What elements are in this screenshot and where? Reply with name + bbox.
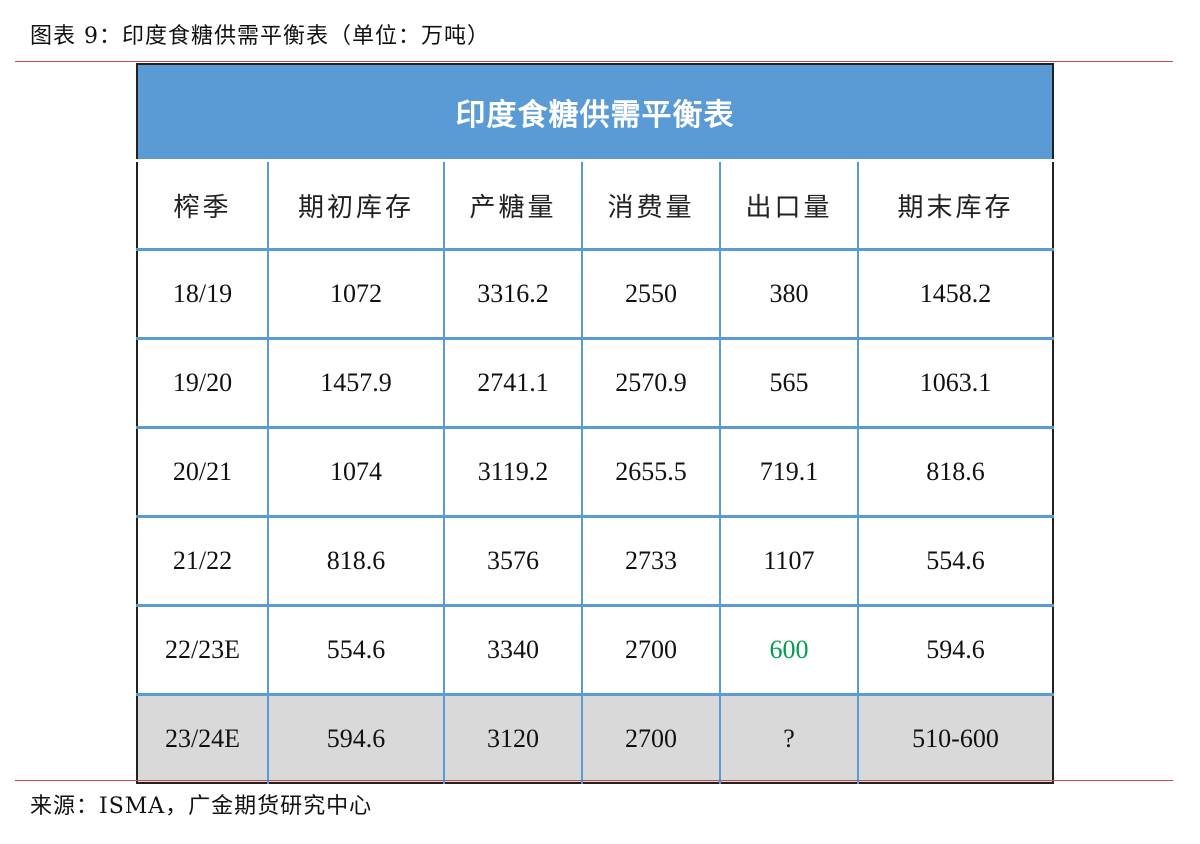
table-header-row: 榨季 期初库存 产糖量 消费量 出口量 期末库存 xyxy=(137,160,1054,251)
cell-season: 20/21 xyxy=(137,427,269,518)
cell-closing-stock: 818.6 xyxy=(858,427,1054,518)
cell-closing-stock: 1063.1 xyxy=(858,338,1054,429)
cell-opening-stock: 1457.9 xyxy=(268,338,445,429)
cell-season: 21/22 xyxy=(137,516,269,607)
cell-season: 23/24E xyxy=(137,694,269,783)
cell-opening-stock: 594.6 xyxy=(268,694,445,783)
cell-season: 19/20 xyxy=(137,338,269,429)
col-header-opening-stock: 期初库存 xyxy=(268,160,445,251)
cell-exports: 719.1 xyxy=(720,427,859,518)
cell-consumption: 2733 xyxy=(582,516,721,607)
cell-exports: 1107 xyxy=(720,516,859,607)
cell-opening-stock: 818.6 xyxy=(268,516,445,607)
cell-consumption: 2700 xyxy=(582,694,721,783)
cell-season: 22/23E xyxy=(137,605,269,696)
sugar-balance-table: 印度食糖供需平衡表 榨季 期初库存 产糖量 消费量 出口量 期末库存 18/19… xyxy=(136,63,1055,784)
cell-consumption: 2550 xyxy=(582,249,721,340)
figure-title: 图表 9：印度食糖供需平衡表（单位：万吨） xyxy=(30,24,490,49)
cell-production: 3120 xyxy=(444,694,583,783)
cell-consumption: 2655.5 xyxy=(582,427,721,518)
table-row: 20/21 1074 3119.2 2655.5 719.1 818.6 xyxy=(137,427,1054,518)
table-banner-title: 印度食糖供需平衡表 xyxy=(137,64,1054,162)
cell-consumption: 2700 xyxy=(582,605,721,696)
col-header-production: 产糖量 xyxy=(444,160,583,251)
cell-production: 3576 xyxy=(444,516,583,607)
cell-closing-stock: 554.6 xyxy=(858,516,1054,607)
cell-closing-stock: 1458.2 xyxy=(858,249,1054,340)
cell-opening-stock: 554.6 xyxy=(268,605,445,696)
top-divider xyxy=(15,61,1173,62)
cell-closing-stock: 510-600 xyxy=(858,694,1054,783)
table-row: 21/22 818.6 3576 2733 1107 554.6 xyxy=(137,516,1054,607)
table-row: 18/19 1072 3316.2 2550 380 1458.2 xyxy=(137,249,1054,340)
cell-production: 3316.2 xyxy=(444,249,583,340)
cell-exports: ? xyxy=(720,694,859,783)
table-row-forecast: 23/24E 594.6 3120 2700 ? 510-600 xyxy=(137,694,1054,783)
table-row: 19/20 1457.9 2741.1 2570.9 565 1063.1 xyxy=(137,338,1054,429)
col-header-consumption: 消费量 xyxy=(582,160,721,251)
table-banner-row: 印度食糖供需平衡表 xyxy=(137,64,1054,162)
col-header-closing-stock: 期末库存 xyxy=(858,160,1054,251)
col-header-exports: 出口量 xyxy=(720,160,859,251)
cell-exports: 380 xyxy=(720,249,859,340)
cell-exports: 565 xyxy=(720,338,859,429)
cell-production: 3119.2 xyxy=(444,427,583,518)
col-header-season: 榨季 xyxy=(137,160,269,251)
cell-closing-stock: 594.6 xyxy=(858,605,1054,696)
bottom-divider xyxy=(15,780,1173,781)
cell-opening-stock: 1074 xyxy=(268,427,445,518)
source-note: 来源：ISMA，广金期货研究中心 xyxy=(30,794,373,819)
table-row: 22/23E 554.6 3340 2700 600 594.6 xyxy=(137,605,1054,696)
cell-opening-stock: 1072 xyxy=(268,249,445,340)
cell-exports-highlighted: 600 xyxy=(720,605,859,696)
cell-consumption: 2570.9 xyxy=(582,338,721,429)
cell-production: 2741.1 xyxy=(444,338,583,429)
cell-season: 18/19 xyxy=(137,249,269,340)
cell-production: 3340 xyxy=(444,605,583,696)
